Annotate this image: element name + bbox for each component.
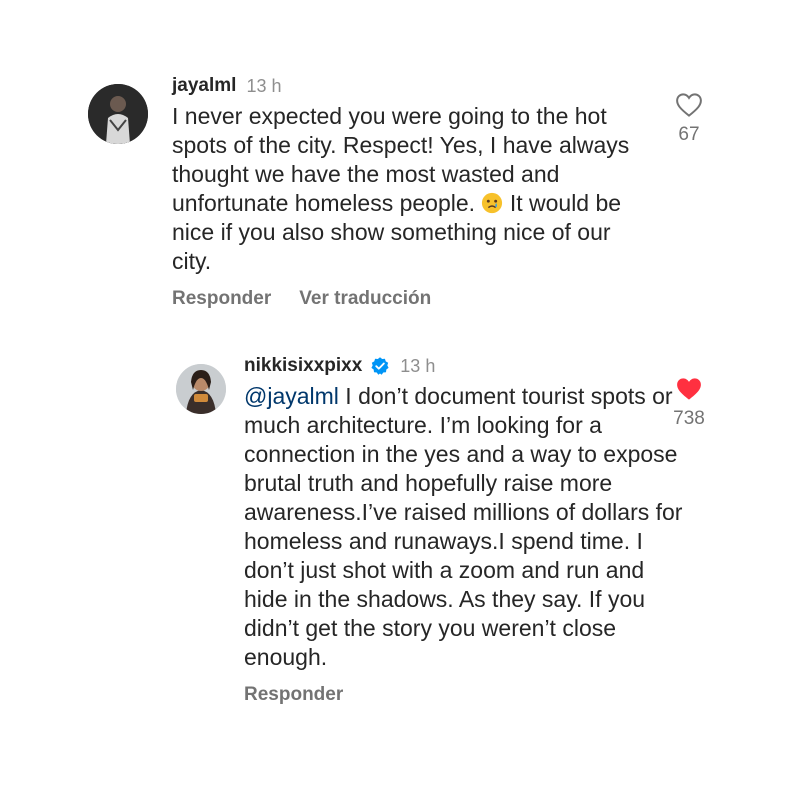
avatar[interactable] <box>88 84 148 144</box>
heart-filled-icon[interactable] <box>674 374 704 404</box>
verified-badge-icon <box>371 357 389 375</box>
comment-text: I never expected you were going to the h… <box>172 102 652 276</box>
comment-text: @jayalml I don’t document tourist spots … <box>244 382 684 672</box>
avatar-image <box>88 84 148 144</box>
see-translation-button[interactable]: Ver traducción <box>299 288 431 310</box>
like-count: 67 <box>678 124 700 145</box>
comment-timestamp: 13 h <box>246 75 282 96</box>
comment-timestamp: 13 h <box>400 355 436 376</box>
reply-button[interactable]: Responder <box>172 288 271 310</box>
avatar-image <box>176 364 226 414</box>
comment-username[interactable]: nikkisixxpixx <box>244 355 362 377</box>
like-button[interactable]: 738 <box>664 374 714 430</box>
like-button[interactable]: 67 <box>664 90 714 146</box>
avatar[interactable] <box>176 364 226 414</box>
heart-outline-icon[interactable] <box>674 90 704 120</box>
mention-link[interactable]: @jayalml <box>244 383 339 409</box>
reply-button[interactable]: Responder <box>244 684 343 706</box>
crying-face-icon <box>482 192 503 214</box>
comment-text-part: I don’t document tourist spots or much a… <box>244 383 683 670</box>
comment-username[interactable]: jayalml <box>172 75 236 97</box>
like-count: 738 <box>673 408 705 429</box>
